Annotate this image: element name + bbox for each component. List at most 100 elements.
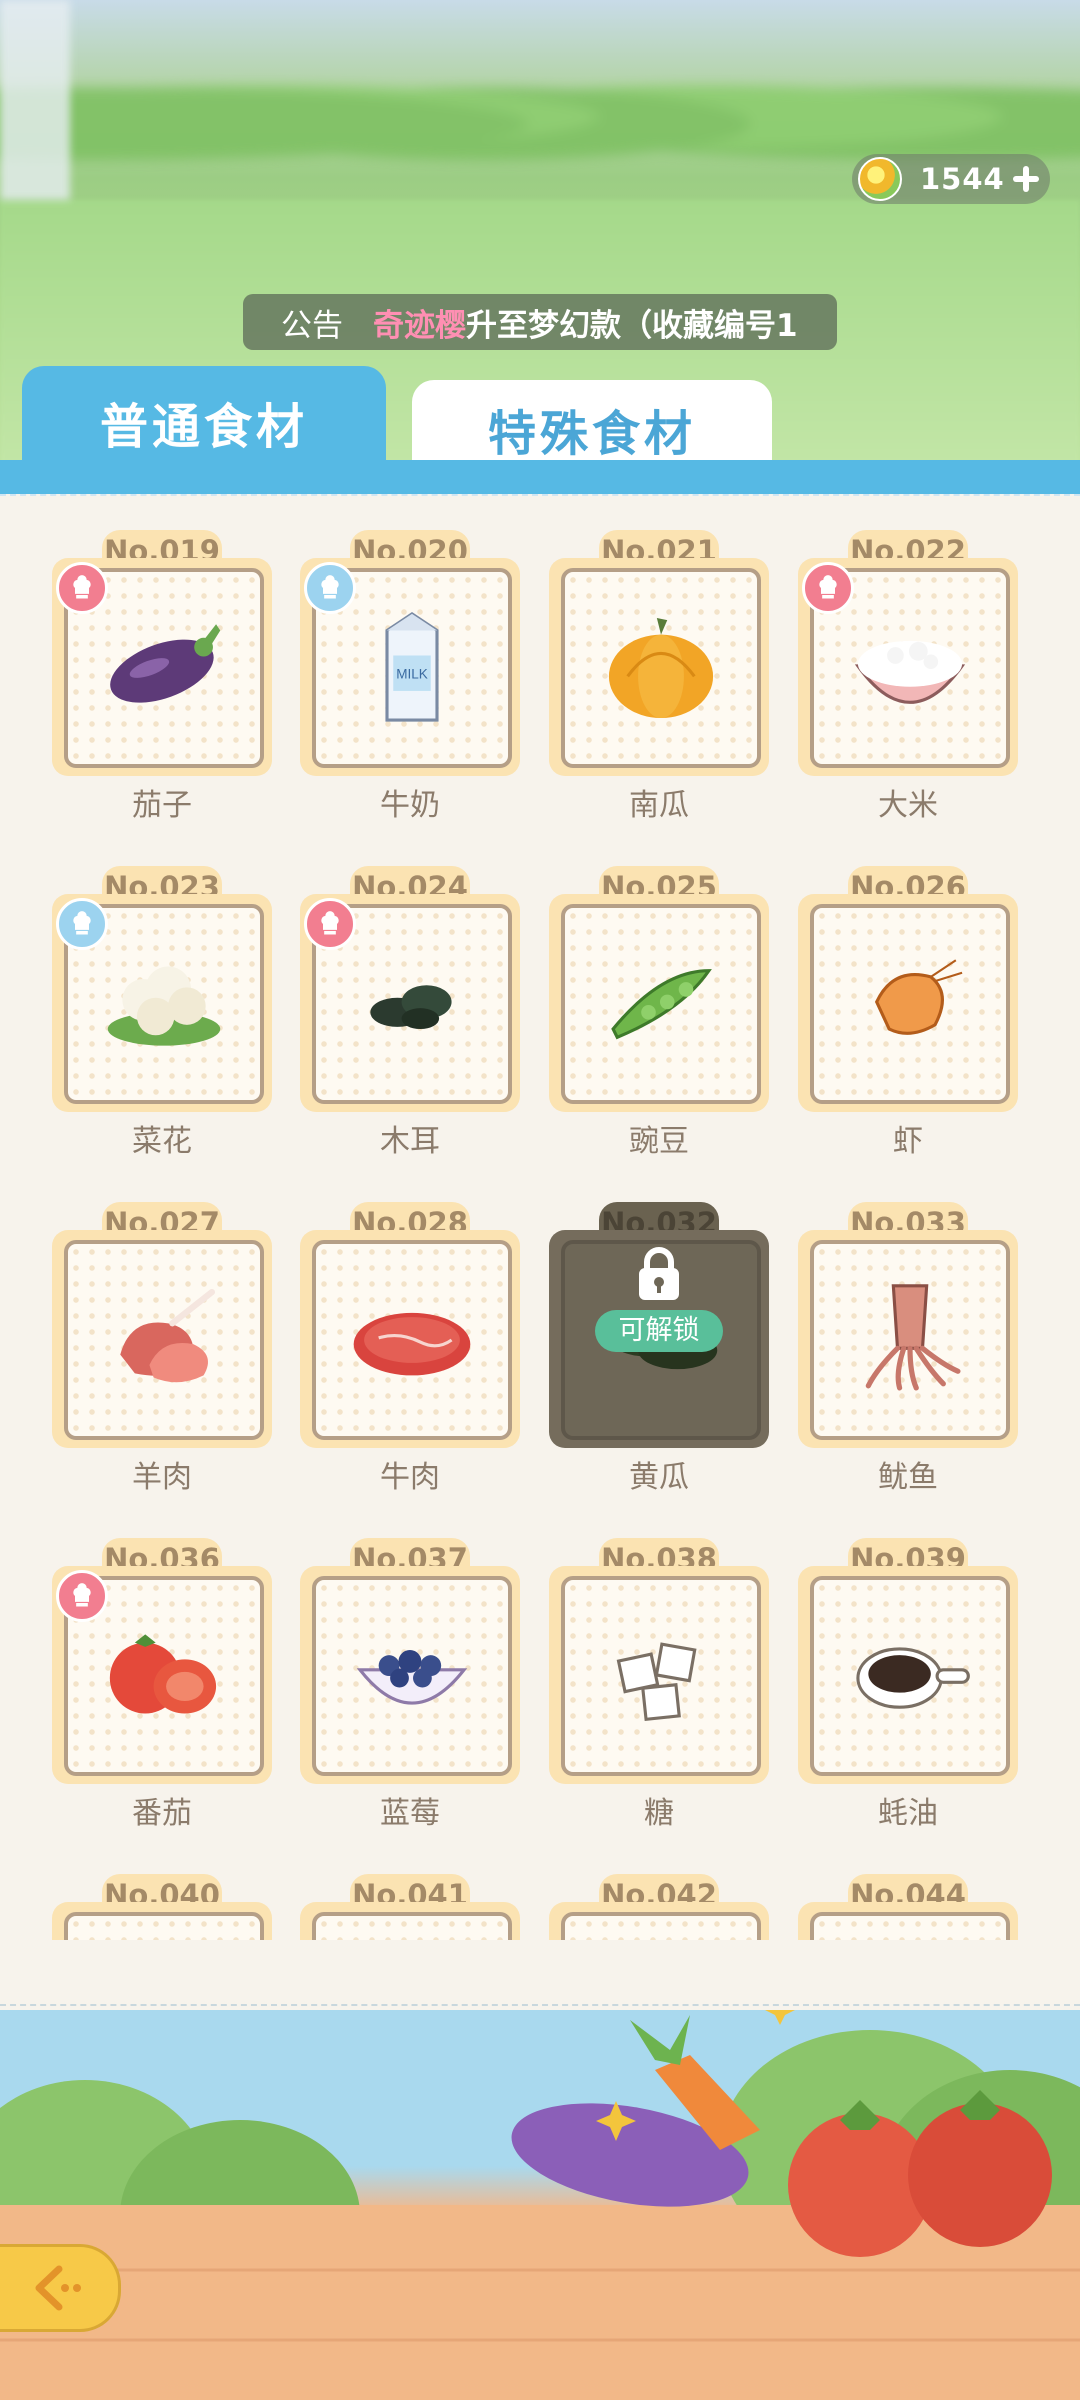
ingredient-card[interactable]: No.028 牛肉	[300, 1182, 520, 1495]
ingredient-image-slot	[810, 904, 1010, 1104]
announcement-label: 公告	[281, 307, 343, 344]
ingredient-card[interactable]: No.027 羊肉	[52, 1182, 272, 1495]
ingredient-name: 牛肉	[380, 1460, 440, 1495]
currency-pill[interactable]: 1544	[852, 154, 1050, 204]
chef-hat-icon	[802, 562, 854, 614]
ingredient-card[interactable]: No.020 MILK 牛奶	[300, 510, 520, 823]
rice-bowl-icon	[854, 640, 966, 704]
unlock-button[interactable]: 可解锁	[595, 1310, 723, 1352]
ingredient-image-slot	[64, 1912, 264, 1940]
ingredient-card[interactable]: No.033 鱿鱼	[798, 1182, 1018, 1495]
ingredient-card[interactable]: No.019 茄子	[52, 510, 272, 823]
ingredient-frame	[52, 1902, 272, 1940]
ingredient-image-slot	[810, 1912, 1010, 1940]
ingredient-frame	[798, 1566, 1018, 1784]
ingredient-name: 木耳	[380, 1124, 440, 1159]
vegetables-illustration	[0, 2010, 1080, 2400]
ingredient-frame	[549, 894, 769, 1112]
ingredient-card[interactable]: No.025 豌豆	[549, 846, 769, 1159]
ingredient-card[interactable]: No.038 糖	[549, 1518, 769, 1831]
ingredient-frame	[300, 1566, 520, 1784]
ingredient-card[interactable]: No.032 可解锁 黄瓜	[549, 1182, 769, 1495]
tomato-illustration	[908, 2103, 1052, 2247]
vegetable-scene	[0, 2010, 1080, 2400]
eggplant-icon	[110, 624, 221, 703]
ingredient-card[interactable]: No.022 大米	[798, 510, 1018, 823]
ingredient-frame	[798, 1902, 1018, 1940]
ingredient-grid[interactable]: No.019 茄子 No.020 MILK 牛奶 No.021 南瓜 No.022 大米 No.0…	[0, 510, 1080, 1940]
beef-icon	[353, 1312, 471, 1376]
chef-hat-icon	[56, 1570, 108, 1622]
chef-hat-icon	[304, 898, 356, 950]
plus-icon[interactable]	[1010, 163, 1042, 195]
ingredient-image-slot	[561, 1576, 761, 1776]
milk-carton-icon: MILK	[385, 611, 439, 722]
chef-hat-icon	[56, 562, 108, 614]
svg-text:MILK: MILK	[396, 666, 428, 681]
ingredient-name: 蚝油	[878, 1796, 938, 1831]
squid-icon	[865, 1284, 961, 1391]
pea-pod-icon	[611, 969, 712, 1040]
ingredient-card[interactable]: No.037 蓝莓	[300, 1518, 520, 1831]
blueberry-bowl-icon	[356, 1649, 468, 1705]
ingredient-frame	[798, 894, 1018, 1112]
cauliflower-icon	[107, 966, 221, 1046]
back-arrow-icon	[35, 2265, 81, 2311]
back-button[interactable]	[0, 2244, 121, 2332]
tab-label: 普通食材	[99, 399, 308, 455]
ingredient-card[interactable]: No.041	[300, 1854, 520, 1940]
divider	[0, 494, 1080, 504]
divider	[0, 2004, 1080, 2008]
ingredient-card[interactable]: No.040	[52, 1854, 272, 1940]
pole	[0, 0, 70, 200]
ingredient-card[interactable]: No.044	[798, 1854, 1018, 1940]
ingredient-name: 羊肉	[132, 1460, 192, 1495]
ingredient-frame	[300, 1902, 520, 1940]
ingredient-frame	[549, 558, 769, 776]
ingredient-image-slot	[312, 1576, 512, 1776]
sugar-cube-icon	[616, 1642, 697, 1722]
currency-value: 1544	[920, 162, 1005, 196]
ingredient-card[interactable]: No.039 蚝油	[798, 1518, 1018, 1831]
tab-bar	[0, 460, 1080, 494]
tomato-icon	[109, 1634, 217, 1714]
ingredient-card[interactable]: No.026 虾	[798, 846, 1018, 1159]
announcement-bar[interactable]: 公告 奇迹樱 升至梦幻款（收藏编号1	[243, 294, 837, 350]
ingredient-frame	[52, 1230, 272, 1448]
wood-ear-icon	[370, 985, 452, 1029]
ingredient-image-slot	[312, 1912, 512, 1940]
pumpkin-icon	[608, 618, 714, 718]
announcement-text: 升至梦幻款（收藏编号1	[466, 307, 798, 344]
ingredient-card[interactable]: No.024 木耳	[300, 846, 520, 1159]
ingredient-name: 茄子	[132, 788, 192, 823]
chef-hat-icon	[56, 898, 108, 950]
ingredient-card[interactable]: No.036 番茄	[52, 1518, 272, 1831]
ingredient-frame	[549, 1566, 769, 1784]
oyster-sauce-icon	[856, 1647, 970, 1709]
ingredient-image-slot	[561, 904, 761, 1104]
ingredient-card[interactable]: No.023 菜花	[52, 846, 272, 1159]
ingredient-name: 菜花	[132, 1124, 192, 1159]
ingredient-name: 蓝莓	[380, 1796, 440, 1831]
ingredient-name: 糖	[644, 1796, 674, 1831]
ingredient-name: 豌豆	[629, 1124, 689, 1159]
lock-icon	[631, 1244, 687, 1304]
ingredient-name: 牛奶	[380, 788, 440, 823]
ingredient-name: 番茄	[132, 1796, 192, 1831]
ingredient-image-slot	[810, 1576, 1010, 1776]
ingredient-image-slot	[64, 1240, 264, 1440]
ingredient-card[interactable]: No.042	[549, 1854, 769, 1940]
ingredient-frame	[300, 1230, 520, 1448]
ingredient-name: 虾	[893, 1124, 923, 1159]
ingredient-frame	[798, 1230, 1018, 1448]
announcement-highlight: 奇迹樱	[373, 307, 466, 344]
ingredient-image-slot	[561, 568, 761, 768]
lamb-chop-icon	[120, 1288, 216, 1383]
ingredient-name: 大米	[878, 788, 938, 823]
ingredient-name: 南瓜	[629, 788, 689, 823]
chef-hat-icon	[304, 562, 356, 614]
ingredient-image-slot	[810, 1240, 1010, 1440]
ingredient-card[interactable]: No.021 南瓜	[549, 510, 769, 823]
tab-label: 特殊食材	[487, 406, 696, 462]
ingredient-name: 黄瓜	[629, 1460, 689, 1495]
